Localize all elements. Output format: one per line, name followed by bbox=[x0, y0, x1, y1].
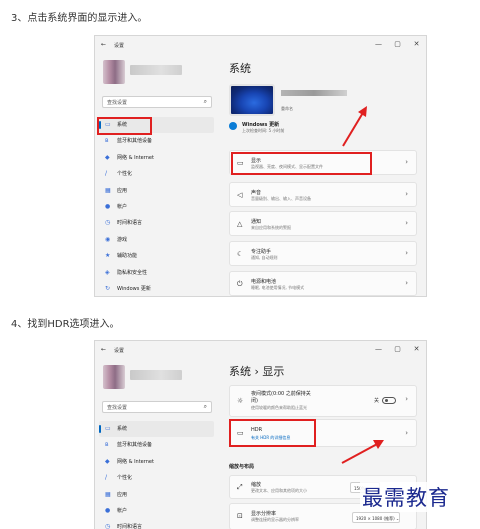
sun-icon: ☼ bbox=[237, 397, 244, 405]
settings-window-system: ← 设置 — ▢ ✕ 查找设置 ⌕ ▭ 系统 ʙ 蓝牙和其他设备 ◆ 网络 & Int… bbox=[94, 35, 427, 297]
sidebar-nav: ▭ 系统 ʙ 蓝牙和其他设备 ◆ 网络 & Internet / 个性化 ▦ 应用 ● 帐户… bbox=[99, 117, 214, 296]
back-arrow-icon[interactable]: ← bbox=[101, 346, 106, 353]
sidebar-nav: ▭ 系统 ʙ 蓝牙和其他设备 ◆ 网络 & Internet / 个性化 ▦ 应用 ● 帐户… bbox=[99, 421, 214, 529]
update-icon: ↻ bbox=[105, 284, 111, 292]
sidebar-item-system[interactable]: ▭ 系统 bbox=[99, 421, 214, 438]
brush-icon: / bbox=[105, 170, 108, 178]
avatar[interactable] bbox=[103, 365, 125, 389]
device-name-blurred bbox=[281, 90, 347, 96]
back-arrow-icon[interactable]: ← bbox=[101, 41, 106, 48]
night-light-state: 关 bbox=[373, 398, 379, 404]
page-title: 系统 bbox=[229, 62, 251, 75]
search-icon[interactable]: ⌕ bbox=[204, 98, 207, 106]
chevron-right-icon: › bbox=[405, 158, 408, 166]
clock-icon: ◷ bbox=[105, 219, 111, 227]
network-icon: ◆ bbox=[105, 457, 110, 465]
card-focus-assist[interactable]: ☾ 专注助手 通知, 自动规则 › bbox=[229, 241, 417, 266]
gamepad-icon: ◉ bbox=[105, 235, 111, 243]
step-3-instruction: 3、点击系统界面的显示进入。 bbox=[11, 13, 148, 24]
chevron-right-icon: › bbox=[405, 249, 408, 257]
title-bar: ← 设置 — ▢ ✕ bbox=[95, 36, 426, 54]
sidebar-item-time-language[interactable]: ◷ 时间和语言 bbox=[99, 519, 214, 529]
windows-update-icon bbox=[229, 122, 237, 130]
sidebar-item-bluetooth[interactable]: ʙ 蓝牙和其他设备 bbox=[99, 133, 214, 149]
maximize-button[interactable]: ▢ bbox=[388, 36, 407, 54]
accessibility-icon: ★ bbox=[105, 252, 111, 260]
resolution-icon: ⊡ bbox=[237, 512, 243, 520]
highlight-box-system bbox=[97, 117, 152, 135]
clock-icon: ◷ bbox=[105, 523, 111, 529]
highlight-box-display bbox=[231, 152, 372, 175]
account-name-blurred bbox=[130, 370, 182, 380]
chevron-right-icon: › bbox=[405, 429, 408, 437]
account-icon: ● bbox=[105, 506, 111, 514]
account-icon: ● bbox=[105, 202, 111, 210]
close-button[interactable]: ✕ bbox=[407, 341, 426, 359]
breadcrumb-parent[interactable]: 系统 bbox=[229, 365, 251, 378]
resolution-dropdown[interactable]: 1920 × 1080 (推荐) ⌄ bbox=[352, 512, 400, 523]
moon-icon: ☾ bbox=[237, 250, 244, 258]
maximize-button[interactable]: ▢ bbox=[388, 341, 407, 359]
search-placeholder: 查找设置 bbox=[107, 405, 128, 411]
breadcrumb-current: 显示 bbox=[262, 365, 285, 378]
watermark-logo: 最需教育 bbox=[360, 482, 452, 512]
window-title: 设置 bbox=[114, 348, 125, 354]
sidebar-item-accessibility[interactable]: ★ 辅助功能 bbox=[99, 248, 214, 264]
chevron-right-icon: › bbox=[405, 190, 408, 198]
sidebar-item-personalization[interactable]: / 个性化 bbox=[99, 166, 214, 182]
step-4-instruction: 4、找到HDR选项进入。 bbox=[11, 319, 120, 330]
sidebar-item-privacy[interactable]: ◈ 隐私和安全性 bbox=[99, 265, 214, 281]
sidebar-item-gaming[interactable]: ◉ 游戏 bbox=[99, 232, 214, 248]
card-night-light[interactable]: ☼ 夜间模式(0:00 之前保持关 闭) 使用较暖的颜色来帮助阻止蓝光 关 › bbox=[229, 385, 417, 417]
card-notifications[interactable]: △ 通知 来自应用和系统的警报 › bbox=[229, 211, 417, 236]
bluetooth-icon: ʙ bbox=[105, 441, 109, 449]
pointer-arrow bbox=[341, 440, 384, 464]
display-icon: ▭ bbox=[105, 425, 111, 432]
chevron-right-icon: › bbox=[405, 279, 408, 287]
search-icon[interactable]: ⌕ bbox=[204, 403, 207, 411]
breadcrumb: 系统 › 显示 bbox=[229, 363, 284, 379]
highlight-box-hdr bbox=[229, 419, 316, 447]
sidebar-item-apps[interactable]: ▦ 应用 bbox=[99, 183, 214, 199]
close-button[interactable]: ✕ bbox=[407, 36, 426, 54]
window-title: 设置 bbox=[114, 43, 125, 49]
power-icon: ⏻ bbox=[237, 280, 243, 288]
card-sound[interactable]: ◁ 声音 音量级别、输出、输入、声音设备 › bbox=[229, 182, 417, 207]
sidebar-item-network[interactable]: ◆ 网络 & Internet bbox=[99, 150, 214, 166]
night-light-toggle[interactable] bbox=[382, 397, 396, 404]
scale-icon: ⤢ bbox=[237, 483, 243, 491]
search-input[interactable]: 查找设置 ⌕ bbox=[102, 401, 212, 413]
sidebar-item-time-language[interactable]: ◷ 时间和语言 bbox=[99, 215, 214, 231]
section-heading-scale-layout: 缩放与布局 bbox=[229, 464, 255, 470]
breadcrumb-separator: › bbox=[254, 365, 259, 378]
apps-icon: ▦ bbox=[105, 186, 111, 194]
bluetooth-icon: ʙ bbox=[105, 137, 109, 145]
brush-icon: / bbox=[105, 474, 108, 482]
title-bar: ← 设置 — ▢ ✕ bbox=[95, 341, 426, 359]
search-input[interactable]: 查找设置 ⌕ bbox=[102, 96, 212, 108]
sidebar-item-apps[interactable]: ▦ 应用 bbox=[99, 487, 214, 503]
sidebar-item-windows-update[interactable]: ↻ Windows 更新 bbox=[99, 281, 214, 296]
device-wallpaper-image bbox=[229, 84, 275, 116]
card-power-battery[interactable]: ⏻ 电源和电池 睡眠, 电池使用情况, 节电模式 › bbox=[229, 271, 417, 296]
avatar[interactable] bbox=[103, 60, 125, 84]
search-placeholder: 查找设置 bbox=[107, 100, 128, 106]
sidebar-item-accounts[interactable]: ● 帐户 bbox=[99, 199, 214, 215]
sidebar-item-network[interactable]: ◆ 网络 & Internet bbox=[99, 454, 214, 470]
sidebar-item-accounts[interactable]: ● 帐户 bbox=[99, 503, 214, 519]
device-rename-link[interactable]: 重命名 bbox=[281, 106, 293, 111]
shield-icon: ◈ bbox=[105, 268, 110, 276]
sidebar-item-bluetooth[interactable]: ʙ 蓝牙和其他设备 bbox=[99, 437, 214, 453]
network-icon: ◆ bbox=[105, 153, 110, 161]
minimize-button[interactable]: — bbox=[369, 36, 388, 54]
sidebar-item-personalization[interactable]: / 个性化 bbox=[99, 470, 214, 486]
bell-icon: △ bbox=[237, 220, 243, 228]
chevron-right-icon: › bbox=[405, 219, 408, 227]
chevron-right-icon: › bbox=[405, 395, 408, 403]
pointer-arrow bbox=[342, 106, 367, 147]
account-name-blurred bbox=[130, 65, 182, 75]
apps-icon: ▦ bbox=[105, 490, 111, 498]
speaker-icon: ◁ bbox=[237, 191, 243, 199]
minimize-button[interactable]: — bbox=[369, 341, 388, 359]
